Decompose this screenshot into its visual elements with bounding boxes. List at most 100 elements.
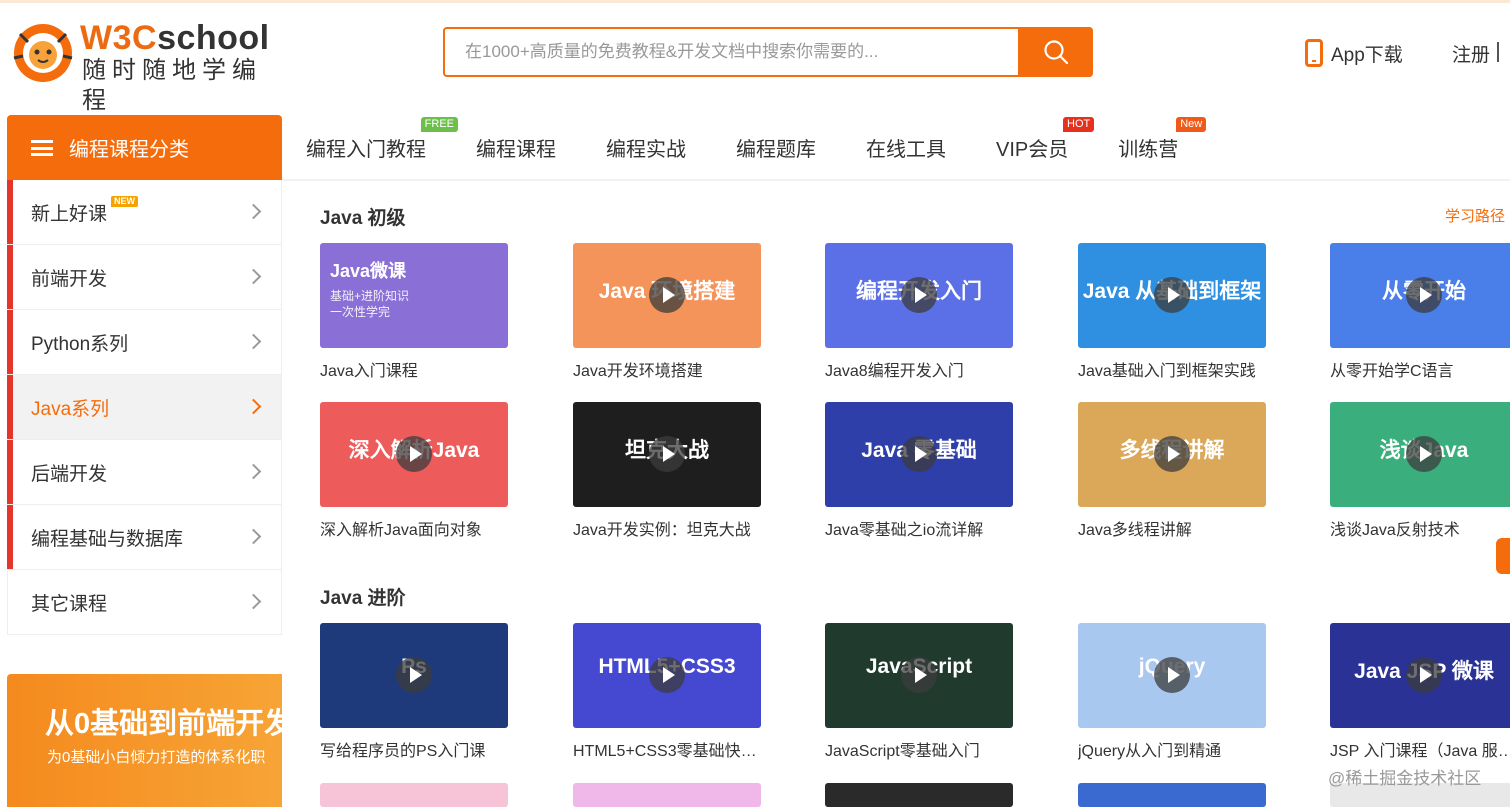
course-title[interactable]: Java开发实例：坦克大战 xyxy=(573,516,763,540)
course-thumbnail[interactable]: 深入解析Java xyxy=(320,402,508,507)
nav-item-online-tools[interactable]: 在线工具 xyxy=(866,133,946,162)
course-thumbnail[interactable] xyxy=(573,783,761,807)
play-icon[interactable] xyxy=(1154,436,1190,472)
sidebar-item-backend[interactable]: 后端开发 xyxy=(7,440,281,505)
category-menu-button[interactable]: 编程课程分类 xyxy=(7,115,282,180)
nav-item-courses[interactable]: 编程课程 xyxy=(476,133,556,162)
play-icon[interactable] xyxy=(901,277,937,313)
course-card[interactable]: Java JSP 微课 JSP 入门课程（Java 服务器页面） xyxy=(1330,623,1510,761)
app-download-link[interactable]: App下载 xyxy=(1305,38,1403,68)
course-title[interactable]: Java基础入门到框架实践 xyxy=(1078,357,1268,381)
lion-logo-icon xyxy=(13,24,73,82)
sidebar-item-python[interactable]: Python系列 xyxy=(7,310,281,375)
play-icon[interactable] xyxy=(649,436,685,472)
course-thumbnail[interactable]: HTML5+CSS3 xyxy=(573,623,761,728)
chevron-right-icon xyxy=(245,203,262,220)
course-title[interactable]: HTML5+CSS3零基础快速入门 xyxy=(573,737,763,761)
chevron-right-icon xyxy=(245,593,262,610)
course-thumbnail[interactable]: Java 从基础到框架 xyxy=(1078,243,1266,348)
search-input[interactable] xyxy=(455,29,1015,75)
play-icon[interactable] xyxy=(1406,657,1442,693)
course-title[interactable]: Java多线程讲解 xyxy=(1078,516,1268,540)
course-thumbnail[interactable] xyxy=(320,783,508,807)
nav-item-intro-tutorials[interactable]: 编程入门教程 FREE xyxy=(306,117,458,162)
course-thumbnail[interactable]: Java 零基础 xyxy=(825,402,1013,507)
learning-path-link[interactable]: 学习路径 xyxy=(1445,205,1505,226)
course-thumbnail[interactable]: Ps xyxy=(320,623,508,728)
course-card[interactable]: Ps 写给程序员的PS入门课 xyxy=(320,623,508,761)
course-title[interactable]: JavaScript零基础入门 xyxy=(825,737,1015,761)
course-thumbnail[interactable] xyxy=(1078,783,1266,807)
course-thumbnail[interactable]: 浅谈Java xyxy=(1330,402,1510,507)
course-title[interactable]: 浅谈Java反射技术 xyxy=(1330,516,1510,540)
app-download-label: App下载 xyxy=(1331,44,1403,66)
course-card[interactable]: 浅谈Java 浅谈Java反射技术 xyxy=(1330,402,1510,540)
section-title-java-advanced: Java 进阶 xyxy=(320,588,406,609)
course-title[interactable]: Java开发环境搭建 xyxy=(573,357,763,381)
thumbnail-title: Java微课 xyxy=(330,261,407,281)
course-thumbnail[interactable]: jQuery xyxy=(1078,623,1266,728)
play-icon[interactable] xyxy=(901,436,937,472)
course-card[interactable]: Java 环境搭建 Java开发环境搭建 xyxy=(573,243,761,381)
search-button[interactable] xyxy=(1018,27,1093,77)
play-icon[interactable] xyxy=(396,436,432,472)
sidebar-item-new-courses[interactable]: 新上好课 NEW xyxy=(7,180,281,245)
sidebar-item-basics-database[interactable]: 编程基础与数据库 xyxy=(7,505,281,570)
nav-item-practice[interactable]: 编程实战 xyxy=(606,133,686,162)
category-sidebar: 新上好课 NEW 前端开发 Python系列 Java系列 后端开发 编程基础与数… xyxy=(7,180,282,635)
sidebar-item-java[interactable]: Java系列 xyxy=(7,375,281,440)
course-card[interactable]: Java 从基础到框架 Java基础入门到框架实践 xyxy=(1078,243,1266,381)
chevron-right-icon xyxy=(245,463,262,480)
play-icon[interactable] xyxy=(396,657,432,693)
logo[interactable]: W3Cschool 随时随地学编程 xyxy=(10,18,290,114)
course-card[interactable]: 深入解析Java 深入解析Java面向对象 xyxy=(320,402,508,540)
course-title[interactable]: 从零开始学C语言 xyxy=(1330,357,1510,381)
course-card[interactable]: 从零开始从零开始学C语言 xyxy=(1330,243,1510,381)
nav-item-question-bank[interactable]: 编程题库 xyxy=(736,133,816,162)
course-card[interactable]: Java 零基础 Java零基础之io流详解 xyxy=(825,402,1013,540)
course-thumbnail[interactable]: 从零开始 xyxy=(1330,243,1510,348)
play-icon[interactable] xyxy=(1154,657,1190,693)
play-icon[interactable] xyxy=(1406,436,1442,472)
play-icon[interactable] xyxy=(1406,277,1442,313)
play-icon[interactable] xyxy=(649,657,685,693)
play-icon[interactable] xyxy=(649,277,685,313)
nav-divider xyxy=(282,179,1510,181)
course-thumbnail[interactable]: JavaScript xyxy=(825,623,1013,728)
course-card[interactable]: 编程开发入门 Java8编程开发入门 xyxy=(825,243,1013,381)
chevron-right-icon xyxy=(245,398,262,415)
course-thumbnail[interactable]: 编程开发入门 xyxy=(825,243,1013,348)
course-thumbnail[interactable]: Java微课 基础+进阶知识 一次性学完 xyxy=(320,243,508,348)
course-card[interactable]: 坦克大战 Java开发实例：坦克大战 xyxy=(573,402,761,540)
sidebar-item-frontend[interactable]: 前端开发 xyxy=(7,245,281,310)
course-title[interactable]: JSP 入门课程（Java 服务器页面） xyxy=(1330,737,1510,761)
course-title[interactable]: Java零基础之io流详解 xyxy=(825,516,1015,540)
course-thumbnail[interactable]: 多线程讲解 xyxy=(1078,402,1266,507)
floating-feedback-icon[interactable] xyxy=(1496,538,1510,574)
top-accent-line xyxy=(0,0,1510,3)
course-title[interactable]: Java入门课程 xyxy=(320,357,510,381)
course-card[interactable]: jQuery jQuery从入门到精通 xyxy=(1078,623,1266,761)
sidebar-item-other[interactable]: 其它课程 xyxy=(8,570,281,635)
course-thumbnail[interactable]: 坦克大战 xyxy=(573,402,761,507)
play-icon[interactable] xyxy=(1154,277,1190,313)
course-card[interactable]: JavaScript JavaScript零基础入门 xyxy=(825,623,1013,761)
course-card[interactable]: HTML5+CSS3 HTML5+CSS3零基础快速入门 xyxy=(573,623,763,761)
course-thumbnail[interactable]: Java JSP 微课 xyxy=(1330,623,1510,728)
course-card[interactable]: 多线程讲解 Java多线程讲解 xyxy=(1078,402,1266,540)
nav-item-vip[interactable]: VIP会员 HOT xyxy=(996,117,1095,162)
course-title[interactable]: jQuery从入门到精通 xyxy=(1078,737,1268,761)
course-thumbnail[interactable] xyxy=(825,783,1013,807)
course-thumbnail[interactable]: Java 环境搭建 xyxy=(573,243,761,348)
banner-title: 从0基础到前端开发 xyxy=(45,708,282,740)
category-menu-label: 编程课程分类 xyxy=(69,139,189,161)
course-title[interactable]: 写给程序员的PS入门课 xyxy=(320,737,510,761)
course-title[interactable]: 深入解析Java面向对象 xyxy=(320,516,510,540)
course-card[interactable]: Java微课 基础+进阶知识 一次性学完 Java入门课程 xyxy=(320,243,508,381)
header-separator xyxy=(1497,42,1499,62)
register-link[interactable]: 注册 xyxy=(1452,40,1490,67)
nav-item-bootcamp[interactable]: 训练营 New xyxy=(1118,117,1207,162)
play-icon[interactable] xyxy=(901,657,937,693)
promo-banner[interactable]: 从0基础到前端开发 为0基础小白倾力打造的体系化职 xyxy=(7,674,282,807)
course-title[interactable]: Java8编程开发入门 xyxy=(825,357,1015,381)
